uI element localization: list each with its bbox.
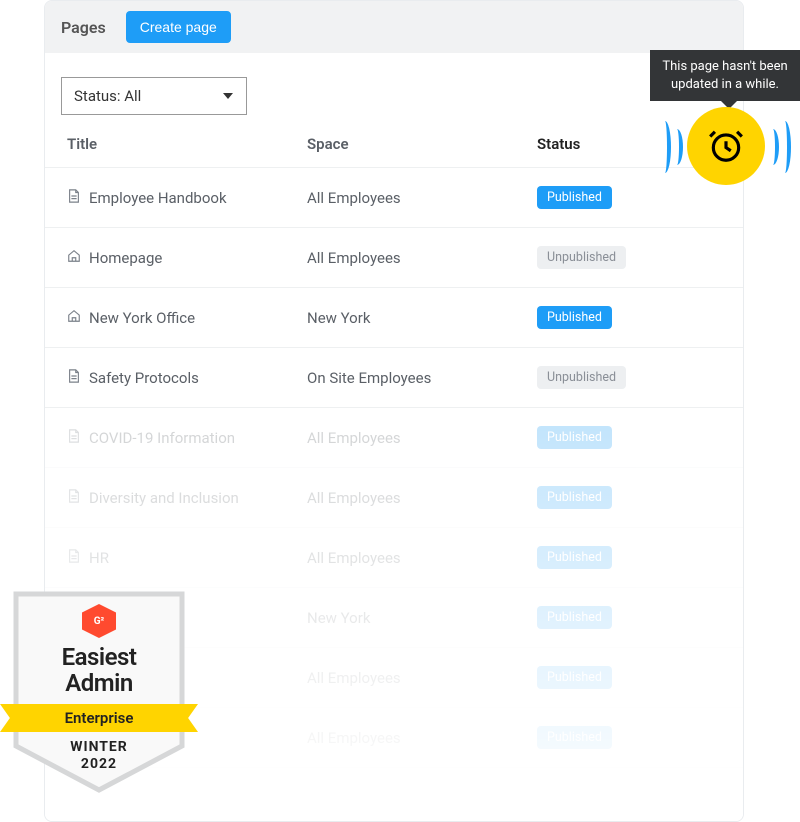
status-filter-label: Status: All (74, 87, 141, 105)
g2-badge-content: G² Easiest Admin Enterprise WINTER 2022 (8, 586, 190, 796)
table-row[interactable]: HR All EmployeesPublished (45, 528, 743, 588)
col-space-header[interactable]: Space (307, 135, 537, 153)
row-title: New York Office (89, 309, 195, 327)
row-title: Homepage (89, 249, 162, 267)
row-status-cell: Unpublished (537, 246, 697, 269)
row-title-cell: New York Office (67, 309, 307, 327)
page-title: Pages (61, 18, 106, 37)
alarm-widget (653, 104, 797, 190)
status-badge: Published (537, 306, 612, 329)
row-space-cell: All Employees (307, 549, 537, 567)
create-page-button[interactable]: Create page (126, 11, 231, 43)
row-status-cell: Published (537, 426, 697, 449)
sound-wave-icon (671, 129, 683, 165)
status-badge: Published (537, 426, 612, 449)
g2-season-label: WINTER 2022 (8, 739, 190, 774)
row-space-cell: All Employees (307, 489, 537, 507)
g2-tier-ribbon: Enterprise (0, 704, 198, 732)
row-space-cell: On Site Employees (307, 369, 537, 387)
table-row[interactable]: Employee Handbook All EmployeesPublished (45, 168, 743, 228)
row-status-cell: Published (537, 306, 697, 329)
row-space-cell: New York (307, 609, 537, 627)
alarm-clock-icon (707, 127, 745, 165)
row-title: HR (89, 549, 109, 567)
stale-page-tooltip: This page hasn't been updated in a while… (650, 50, 800, 101)
row-title: Diversity and Inclusion (89, 489, 239, 507)
alarm-button[interactable] (687, 107, 765, 185)
row-title-cell: Employee Handbook (67, 189, 307, 207)
row-title-cell: Homepage (67, 249, 307, 267)
table-row[interactable]: COVID-19 Information All EmployeesPublish… (45, 408, 743, 468)
row-space-cell: All Employees (307, 429, 537, 447)
document-icon (67, 489, 81, 507)
document-icon (67, 549, 81, 567)
row-status-cell: Published (537, 726, 697, 749)
table-row[interactable]: Safety Protocols On Site EmployeesUnpubli… (45, 348, 743, 408)
table-row[interactable]: Homepage All EmployeesUnpublished (45, 228, 743, 288)
table-row[interactable]: Diversity and Inclusion All EmployeesPubl… (45, 468, 743, 528)
filter-bar: Status: All (45, 53, 743, 121)
tooltip-line1: This page hasn't been (662, 59, 787, 74)
sound-wave-icon (767, 129, 779, 165)
g2-award-title: Easiest Admin (8, 644, 190, 697)
tooltip-line2: updated in a while. (671, 77, 779, 92)
window-header: Pages Create page (45, 1, 743, 53)
row-title-cell: Diversity and Inclusion (67, 489, 307, 507)
row-title-cell: COVID-19 Information (67, 429, 307, 447)
status-badge: Published (537, 546, 612, 569)
g2-award-badge: G² Easiest Admin Enterprise WINTER 2022 (8, 586, 190, 796)
status-badge: Published (537, 666, 612, 689)
document-icon (67, 429, 81, 447)
chevron-down-icon (222, 91, 234, 101)
g2-logo-icon: G² (82, 604, 116, 638)
row-space-cell: New York (307, 309, 537, 327)
sound-wave-icon (659, 121, 671, 173)
status-badge: Published (537, 606, 612, 629)
table-header: Title Space Status (45, 121, 743, 168)
home-icon (67, 249, 81, 267)
row-space-cell: All Employees (307, 669, 537, 687)
sound-wave-icon (779, 121, 791, 173)
status-filter-select[interactable]: Status: All (61, 77, 247, 115)
status-badge: Published (537, 186, 612, 209)
table-row[interactable]: New York Office New YorkPublished (45, 288, 743, 348)
row-title: Employee Handbook (89, 189, 227, 207)
row-space-cell: All Employees (307, 729, 537, 747)
home-icon (67, 309, 81, 327)
status-badge: Unpublished (537, 246, 626, 269)
col-title-header[interactable]: Title (67, 135, 307, 153)
status-badge: Published (537, 726, 612, 749)
row-title: Safety Protocols (89, 369, 199, 387)
row-status-cell: Unpublished (537, 366, 697, 389)
row-status-cell: Published (537, 486, 697, 509)
row-title: COVID-19 Information (89, 429, 235, 447)
row-title-cell: HR (67, 549, 307, 567)
row-title-cell: Safety Protocols (67, 369, 307, 387)
row-space-cell: All Employees (307, 189, 537, 207)
row-status-cell: Published (537, 546, 697, 569)
status-badge: Published (537, 486, 612, 509)
document-icon (67, 189, 81, 207)
status-badge: Unpublished (537, 366, 626, 389)
row-status-cell: Published (537, 666, 697, 689)
row-space-cell: All Employees (307, 249, 537, 267)
row-status-cell: Published (537, 606, 697, 629)
document-icon (67, 369, 81, 387)
